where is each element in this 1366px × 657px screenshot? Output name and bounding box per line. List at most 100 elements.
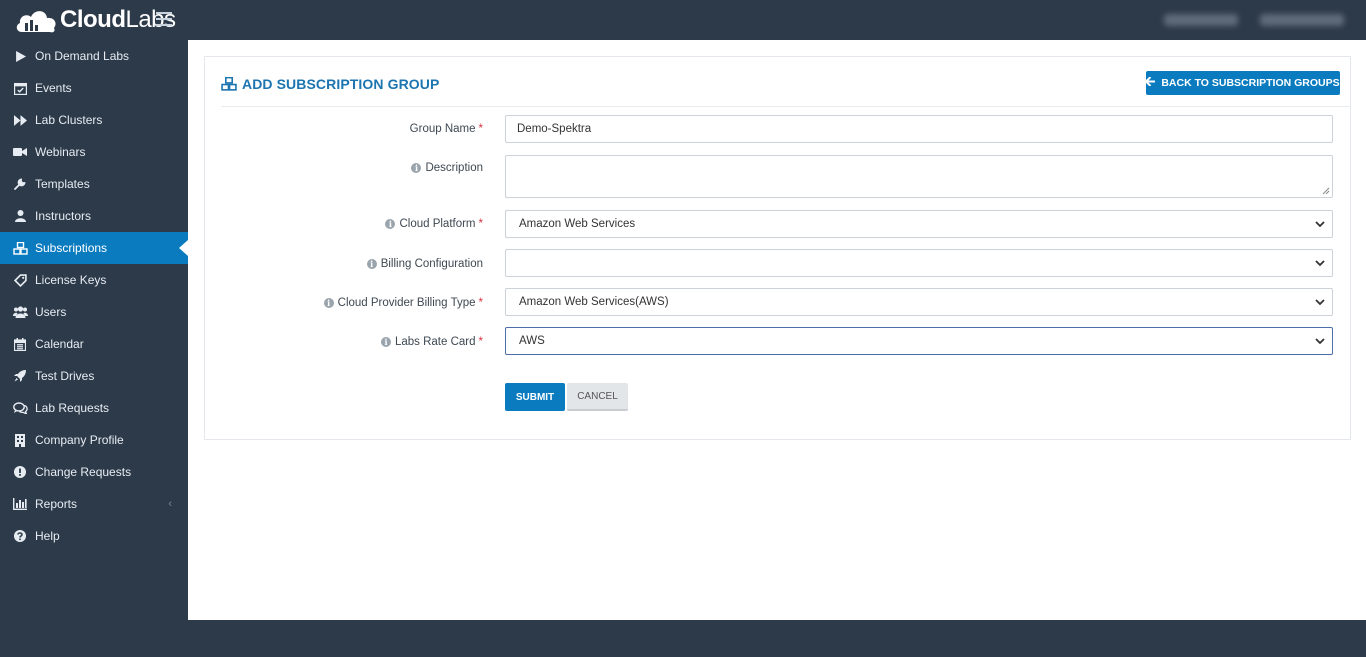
cloudlabs-logo[interactable]: Cloud Labs [14, 4, 176, 36]
cubes-icon [221, 77, 237, 91]
question-circle-icon [12, 528, 28, 544]
group-name-label: Group Name * [410, 123, 483, 135]
sidebar-item-on-demand-labs[interactable]: On Demand Labs [0, 40, 188, 72]
cloud-platform-value: Amazon Web Services [519, 218, 636, 230]
sidebar-item-test-drives[interactable]: Test Drives [0, 360, 188, 392]
sidebar-item-change-requests[interactable]: Change Requests [0, 456, 188, 488]
calendar-icon [12, 336, 28, 352]
sidebar-item-help[interactable]: Help [0, 520, 188, 552]
required-marker: * [478, 336, 483, 348]
sidebar-item-label: Webinars [35, 145, 86, 159]
logo-text-bold: Cloud [60, 6, 126, 33]
required-marker: * [478, 218, 483, 230]
cloud-platform-select[interactable]: Amazon Web Services [505, 210, 1333, 238]
labs-rate-card-value: AWS [519, 335, 545, 347]
sidebar-item-subscriptions[interactable]: Subscriptions [0, 232, 188, 264]
back-to-subscription-groups-button[interactable]: BACK TO SUBSCRIPTION GROUPS [1144, 71, 1340, 95]
description-textarea[interactable] [505, 155, 1333, 198]
card-header: ADD SUBSCRIPTION GROUP BACK TO SUBSCRIPT… [221, 67, 1351, 107]
billing-configuration-label: i Billing Configuration [366, 258, 483, 270]
description-label-text: Description [425, 162, 483, 174]
sidebar-item-templates[interactable]: Templates [0, 168, 188, 200]
cloud-platform-label: i Cloud Platform * [385, 218, 483, 230]
sidebar-nav: On Demand Labs Events Lab Clusters Webin… [0, 40, 188, 657]
sidebar-item-lab-requests[interactable]: Lab Requests [0, 392, 188, 424]
sidebar-item-label: Users [35, 305, 67, 319]
main-content: ADD SUBSCRIPTION GROUP BACK TO SUBSCRIPT… [188, 40, 1366, 620]
sidebar-item-reports[interactable]: Reports ‹ [0, 488, 188, 520]
required-marker: * [478, 297, 483, 309]
labs-rate-card-label: i Labs Rate Card * [380, 336, 483, 348]
chevron-down-icon [1315, 260, 1325, 267]
billing-configuration-select[interactable] [505, 249, 1333, 277]
top-bar: Cloud Labs [0, 0, 1366, 40]
sidebar-item-label: Lab Clusters [35, 113, 103, 127]
info-icon[interactable]: i [323, 298, 334, 308]
sidebar-item-calendar[interactable]: Calendar [0, 328, 188, 360]
chevron-down-icon [1315, 221, 1325, 228]
chevron-down-icon [1315, 338, 1325, 345]
submit-button[interactable]: SUBMIT [505, 383, 565, 411]
sidebar-item-label: Events [35, 81, 72, 95]
rocket-icon [12, 368, 28, 384]
resize-handle-icon[interactable] [1322, 187, 1330, 195]
user-area[interactable] [1164, 14, 1344, 26]
required-marker: * [478, 123, 483, 135]
cubes-icon [12, 240, 28, 256]
labs-rate-card-select[interactable]: AWS [505, 327, 1333, 355]
info-icon[interactable]: i [411, 163, 422, 173]
group-name-input[interactable]: Demo-Spektra [505, 115, 1333, 143]
sidebar-item-label: Templates [35, 177, 90, 191]
wrench-icon [12, 176, 28, 192]
comments-icon [12, 400, 28, 416]
cloud-provider-billing-type-label-text: Cloud Provider Billing Type [337, 297, 476, 309]
chevron-down-icon [1315, 299, 1325, 306]
back-button-label: BACK TO SUBSCRIPTION GROUPS [1161, 77, 1340, 89]
exclamation-circle-icon [12, 464, 28, 480]
cloud-logo-icon [16, 11, 56, 33]
group-name-label-text: Group Name [409, 123, 476, 135]
sidebar-item-label: Subscriptions [35, 241, 108, 255]
sidebar-item-label: Calendar [35, 337, 84, 351]
menu-toggle-icon[interactable] [156, 12, 172, 26]
fast-forward-icon [12, 112, 28, 128]
info-icon[interactable]: i [385, 219, 396, 229]
description-label: i Description [411, 162, 483, 174]
users-icon [12, 304, 28, 320]
calendar-check-icon [12, 80, 28, 96]
sidebar-item-instructors[interactable]: Instructors [0, 200, 188, 232]
sidebar-item-label: Test Drives [35, 369, 95, 383]
chevron-left-icon: ‹ [168, 498, 172, 510]
page-title: ADD SUBSCRIPTION GROUP [221, 76, 439, 92]
cloud-provider-billing-type-value: Amazon Web Services(AWS) [519, 296, 669, 308]
sidebar-item-label: Help [35, 529, 60, 543]
video-camera-icon [12, 144, 28, 160]
sidebar-item-lab-clusters[interactable]: Lab Clusters [0, 104, 188, 136]
page-title-text: ADD SUBSCRIPTION GROUP [242, 76, 440, 92]
sidebar-item-company-profile[interactable]: Company Profile [0, 424, 188, 456]
group-name-value: Demo-Spektra [517, 123, 592, 135]
cloud-provider-billing-type-select[interactable]: Amazon Web Services(AWS) [505, 288, 1333, 316]
info-icon[interactable]: i [380, 337, 391, 347]
bar-chart-icon [12, 496, 28, 512]
sidebar-item-label: Change Requests [35, 465, 132, 479]
cloud-platform-label-text: Cloud Platform [399, 218, 476, 230]
building-icon [12, 432, 28, 448]
sidebar-item-label: Reports [35, 497, 78, 511]
blurred-user-menu[interactable] [1260, 14, 1344, 26]
info-icon[interactable]: i [366, 259, 377, 269]
tag-icon [12, 272, 28, 288]
sidebar-item-label: License Keys [35, 273, 107, 287]
billing-configuration-label-text: Billing Configuration [380, 258, 483, 270]
add-subscription-group-card: ADD SUBSCRIPTION GROUP BACK TO SUBSCRIPT… [204, 56, 1351, 440]
footer-bar [188, 620, 1366, 657]
sidebar-item-users[interactable]: Users [0, 296, 188, 328]
sidebar-item-events[interactable]: Events [0, 72, 188, 104]
sidebar-item-webinars[interactable]: Webinars [0, 136, 188, 168]
blurred-menu[interactable] [1164, 14, 1238, 26]
sidebar-item-label: Lab Requests [35, 401, 110, 415]
cloud-provider-billing-type-label: i Cloud Provider Billing Type * [323, 297, 483, 309]
labs-rate-card-label-text: Labs Rate Card [394, 336, 476, 348]
cancel-button[interactable]: CANCEL [567, 383, 628, 411]
sidebar-item-license-keys[interactable]: License Keys [0, 264, 188, 296]
